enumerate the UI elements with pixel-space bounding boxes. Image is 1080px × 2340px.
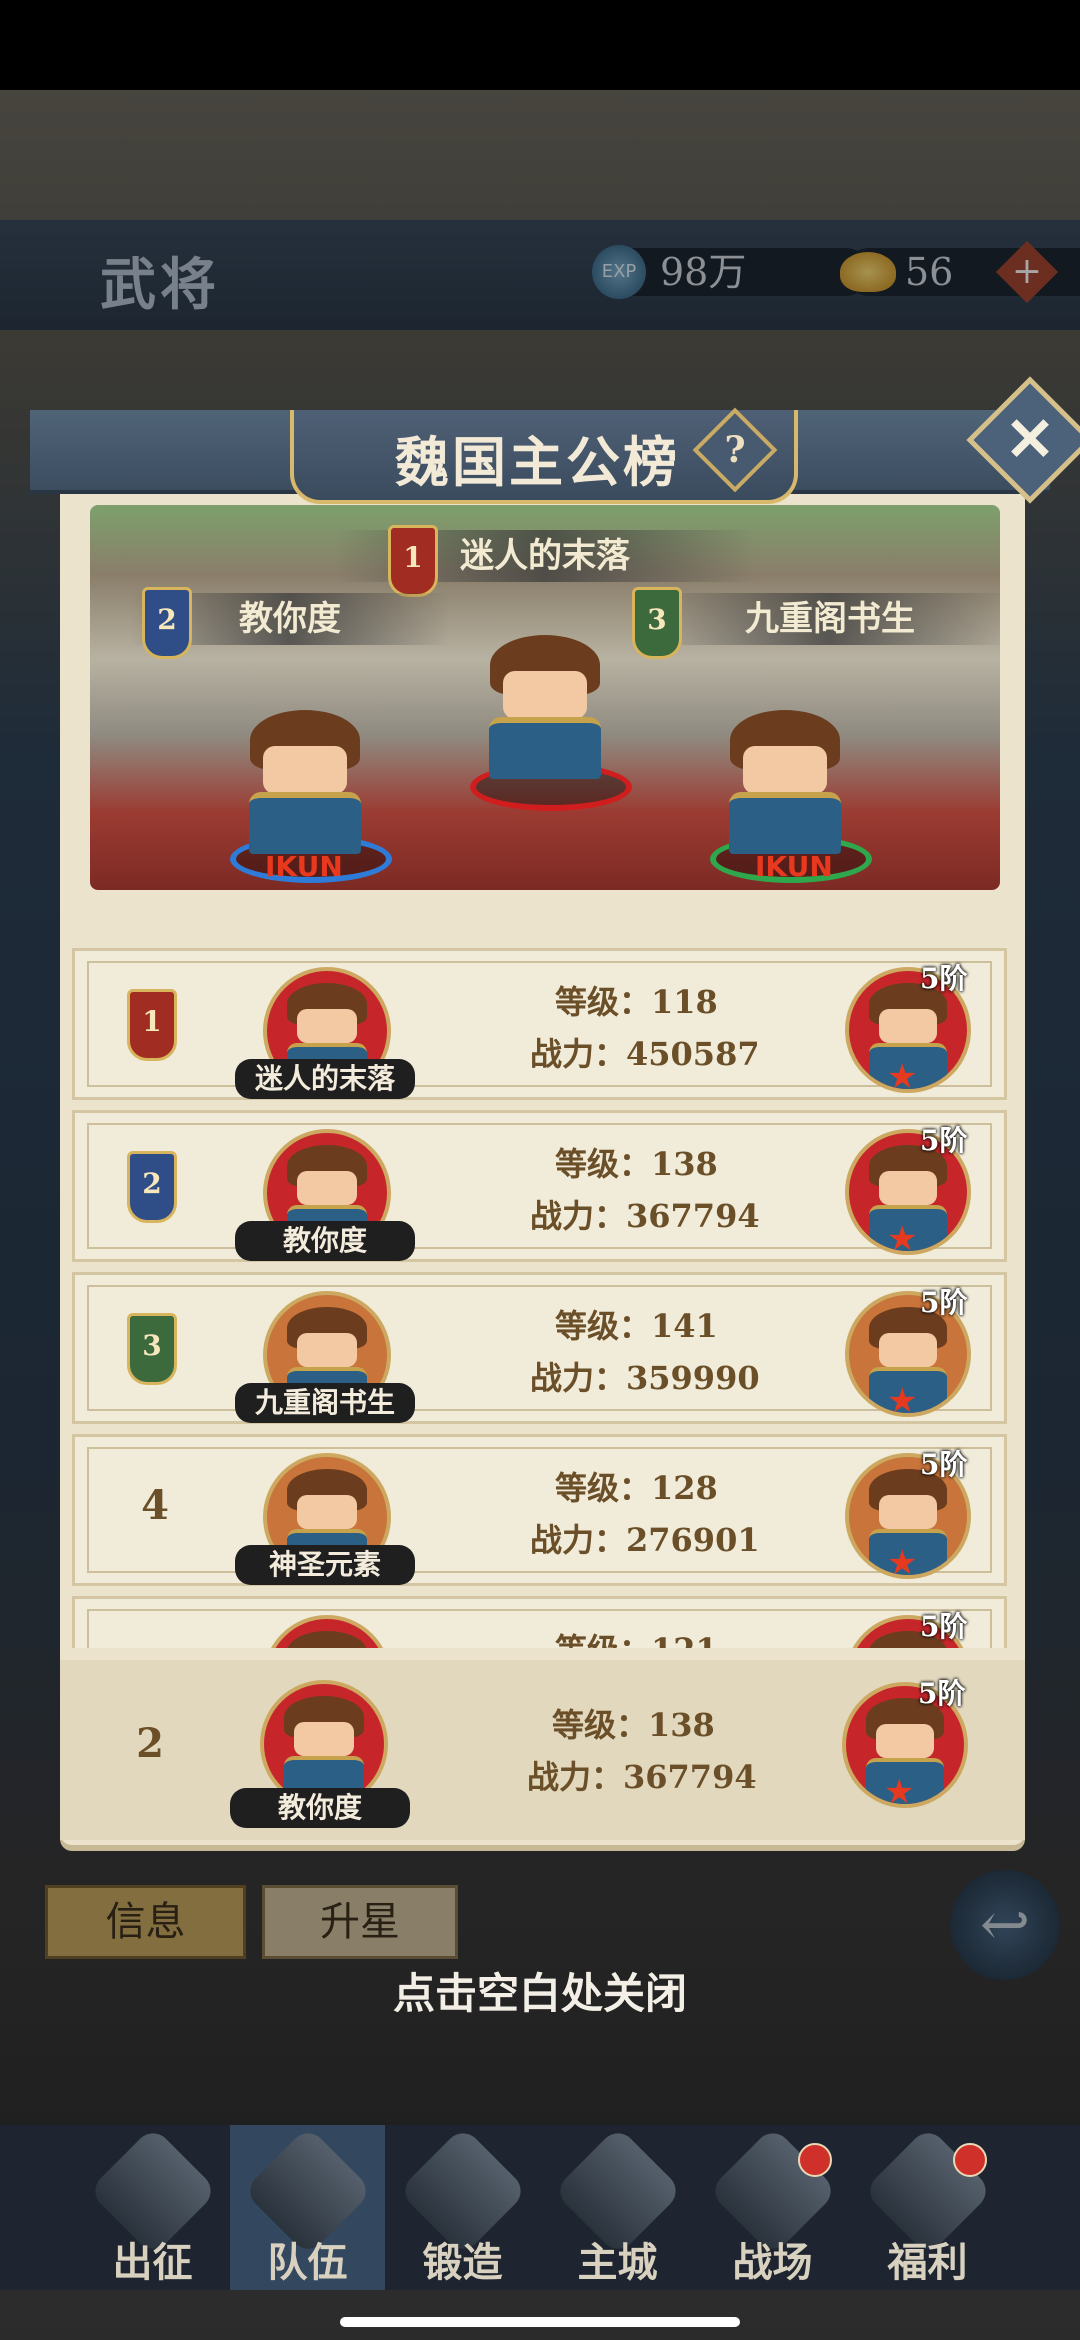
notification-dot bbox=[798, 2143, 832, 2177]
podium-third-tag: IKUN bbox=[755, 850, 833, 883]
my-rank-row: 2 教你度 等级：138 战力：367794 5阶 ★ bbox=[60, 1660, 1025, 1840]
my-power: 战力：367794 bbox=[527, 1758, 757, 1796]
my-level: 等级：138 bbox=[552, 1706, 715, 1744]
nav-item-welfare[interactable]: 福利 bbox=[850, 2125, 1005, 2290]
rank-3-banner: 3 bbox=[632, 587, 682, 659]
ranking-row[interactable]: 等级：121 5阶 bbox=[72, 1596, 1007, 1648]
home-indicator[interactable] bbox=[340, 2317, 740, 2327]
player-power: 战力：359990 bbox=[530, 1359, 760, 1397]
player-power: 战力：367794 bbox=[530, 1197, 760, 1235]
notification-dot bbox=[953, 2143, 987, 2177]
rank-number: 4 bbox=[141, 1482, 169, 1529]
star-icon: ★ bbox=[887, 1381, 918, 1421]
player-power: 战力：450587 bbox=[530, 1035, 760, 1073]
star-icon: ★ bbox=[887, 1219, 918, 1259]
podium-second-hero[interactable] bbox=[235, 710, 375, 854]
nav-item-team[interactable]: 队伍 bbox=[230, 2125, 385, 2290]
player-name: 神圣元素 bbox=[235, 1545, 415, 1585]
nav-item-expedition[interactable]: 出征 bbox=[75, 2125, 230, 2290]
close-hint: 点击空白处关闭 bbox=[392, 1969, 687, 2018]
close-icon: ✕ bbox=[1004, 405, 1056, 475]
ranking-list[interactable]: 1 迷人的末落 等级：118 战力：450587 5阶 ★ 2 教你度 等级：1… bbox=[72, 948, 1007, 1648]
podium-second-tag: IKUN bbox=[265, 850, 343, 883]
podium-stage: 迷人的末落 1 教你度 2 九重阁书生 3 IKUN IKUN bbox=[90, 505, 1000, 890]
rank-3-banner: 3 bbox=[127, 1313, 177, 1385]
player-level: 等级：138 bbox=[555, 1145, 718, 1183]
podium-first-name: 迷人的末落 bbox=[460, 536, 630, 576]
nav-label: 队伍 bbox=[267, 2239, 348, 2286]
rank-1-banner: 1 bbox=[127, 989, 177, 1061]
my-tier-badge: 5阶 bbox=[918, 1677, 966, 1710]
nav-label: 战场 bbox=[732, 2239, 813, 2286]
player-name: 九重阁书生 bbox=[235, 1383, 415, 1423]
ranking-row[interactable]: 2 教你度 等级：138 战力：367794 5阶 ★ bbox=[72, 1110, 1007, 1262]
modal-title: 魏国主公榜 bbox=[395, 430, 680, 494]
star-icon: ★ bbox=[887, 1543, 918, 1583]
tier-badge: 5阶 bbox=[920, 1286, 968, 1319]
podium-first-hero[interactable] bbox=[475, 635, 615, 779]
player-name: 教你度 bbox=[235, 1221, 415, 1261]
tier-badge: 5阶 bbox=[920, 1610, 968, 1643]
rank-2-banner: 2 bbox=[142, 587, 192, 659]
player-level: 等级：118 bbox=[555, 983, 718, 1021]
star-icon: ★ bbox=[887, 1057, 918, 1097]
podium-second-name: 教你度 bbox=[239, 599, 341, 639]
podium-third-namebar: 九重阁书生 bbox=[650, 593, 1000, 645]
bottom-nav: 出征 队伍 锻造 主城 战场 福利 bbox=[0, 2125, 1080, 2290]
nav-item-city[interactable]: 主城 bbox=[540, 2125, 695, 2290]
rank-2-banner: 2 bbox=[127, 1151, 177, 1223]
ranking-row[interactable]: 1 迷人的末落 等级：118 战力：450587 5阶 ★ bbox=[72, 948, 1007, 1100]
podium-third-name: 九重阁书生 bbox=[745, 599, 915, 639]
player-name: 迷人的末落 bbox=[235, 1059, 415, 1099]
player-level: 等级：128 bbox=[555, 1469, 718, 1507]
podium-third-hero[interactable] bbox=[715, 710, 855, 854]
status-bar bbox=[0, 0, 1080, 90]
nav-label: 出征 bbox=[112, 2239, 193, 2286]
my-name: 教你度 bbox=[230, 1788, 410, 1828]
star-icon: ★ bbox=[884, 1772, 915, 1812]
player-level: 等级：141 bbox=[555, 1307, 718, 1345]
tier-badge: 5阶 bbox=[920, 1124, 968, 1157]
tier-badge: 5阶 bbox=[920, 1448, 968, 1481]
nav-label: 主城 bbox=[577, 2239, 658, 2286]
my-rank-number: 2 bbox=[136, 1720, 164, 1767]
nav-label: 锻造 bbox=[422, 2239, 503, 2286]
tier-badge: 5阶 bbox=[920, 962, 968, 995]
player-level: 等级：121 bbox=[555, 1625, 718, 1648]
ranking-row[interactable]: 4 神圣元素 等级：128 战力：276901 5阶 ★ bbox=[72, 1434, 1007, 1586]
nav-label: 福利 bbox=[887, 2239, 968, 2286]
nav-item-forge[interactable]: 锻造 bbox=[385, 2125, 540, 2290]
rank-1-banner: 1 bbox=[388, 525, 438, 597]
nav-item-battlefield[interactable]: 战场 bbox=[695, 2125, 850, 2290]
ranking-row[interactable]: 3 九重阁书生 等级：141 战力：359990 5阶 ★ bbox=[72, 1272, 1007, 1424]
question-icon: ? bbox=[724, 429, 746, 471]
player-power: 战力：276901 bbox=[530, 1521, 760, 1559]
